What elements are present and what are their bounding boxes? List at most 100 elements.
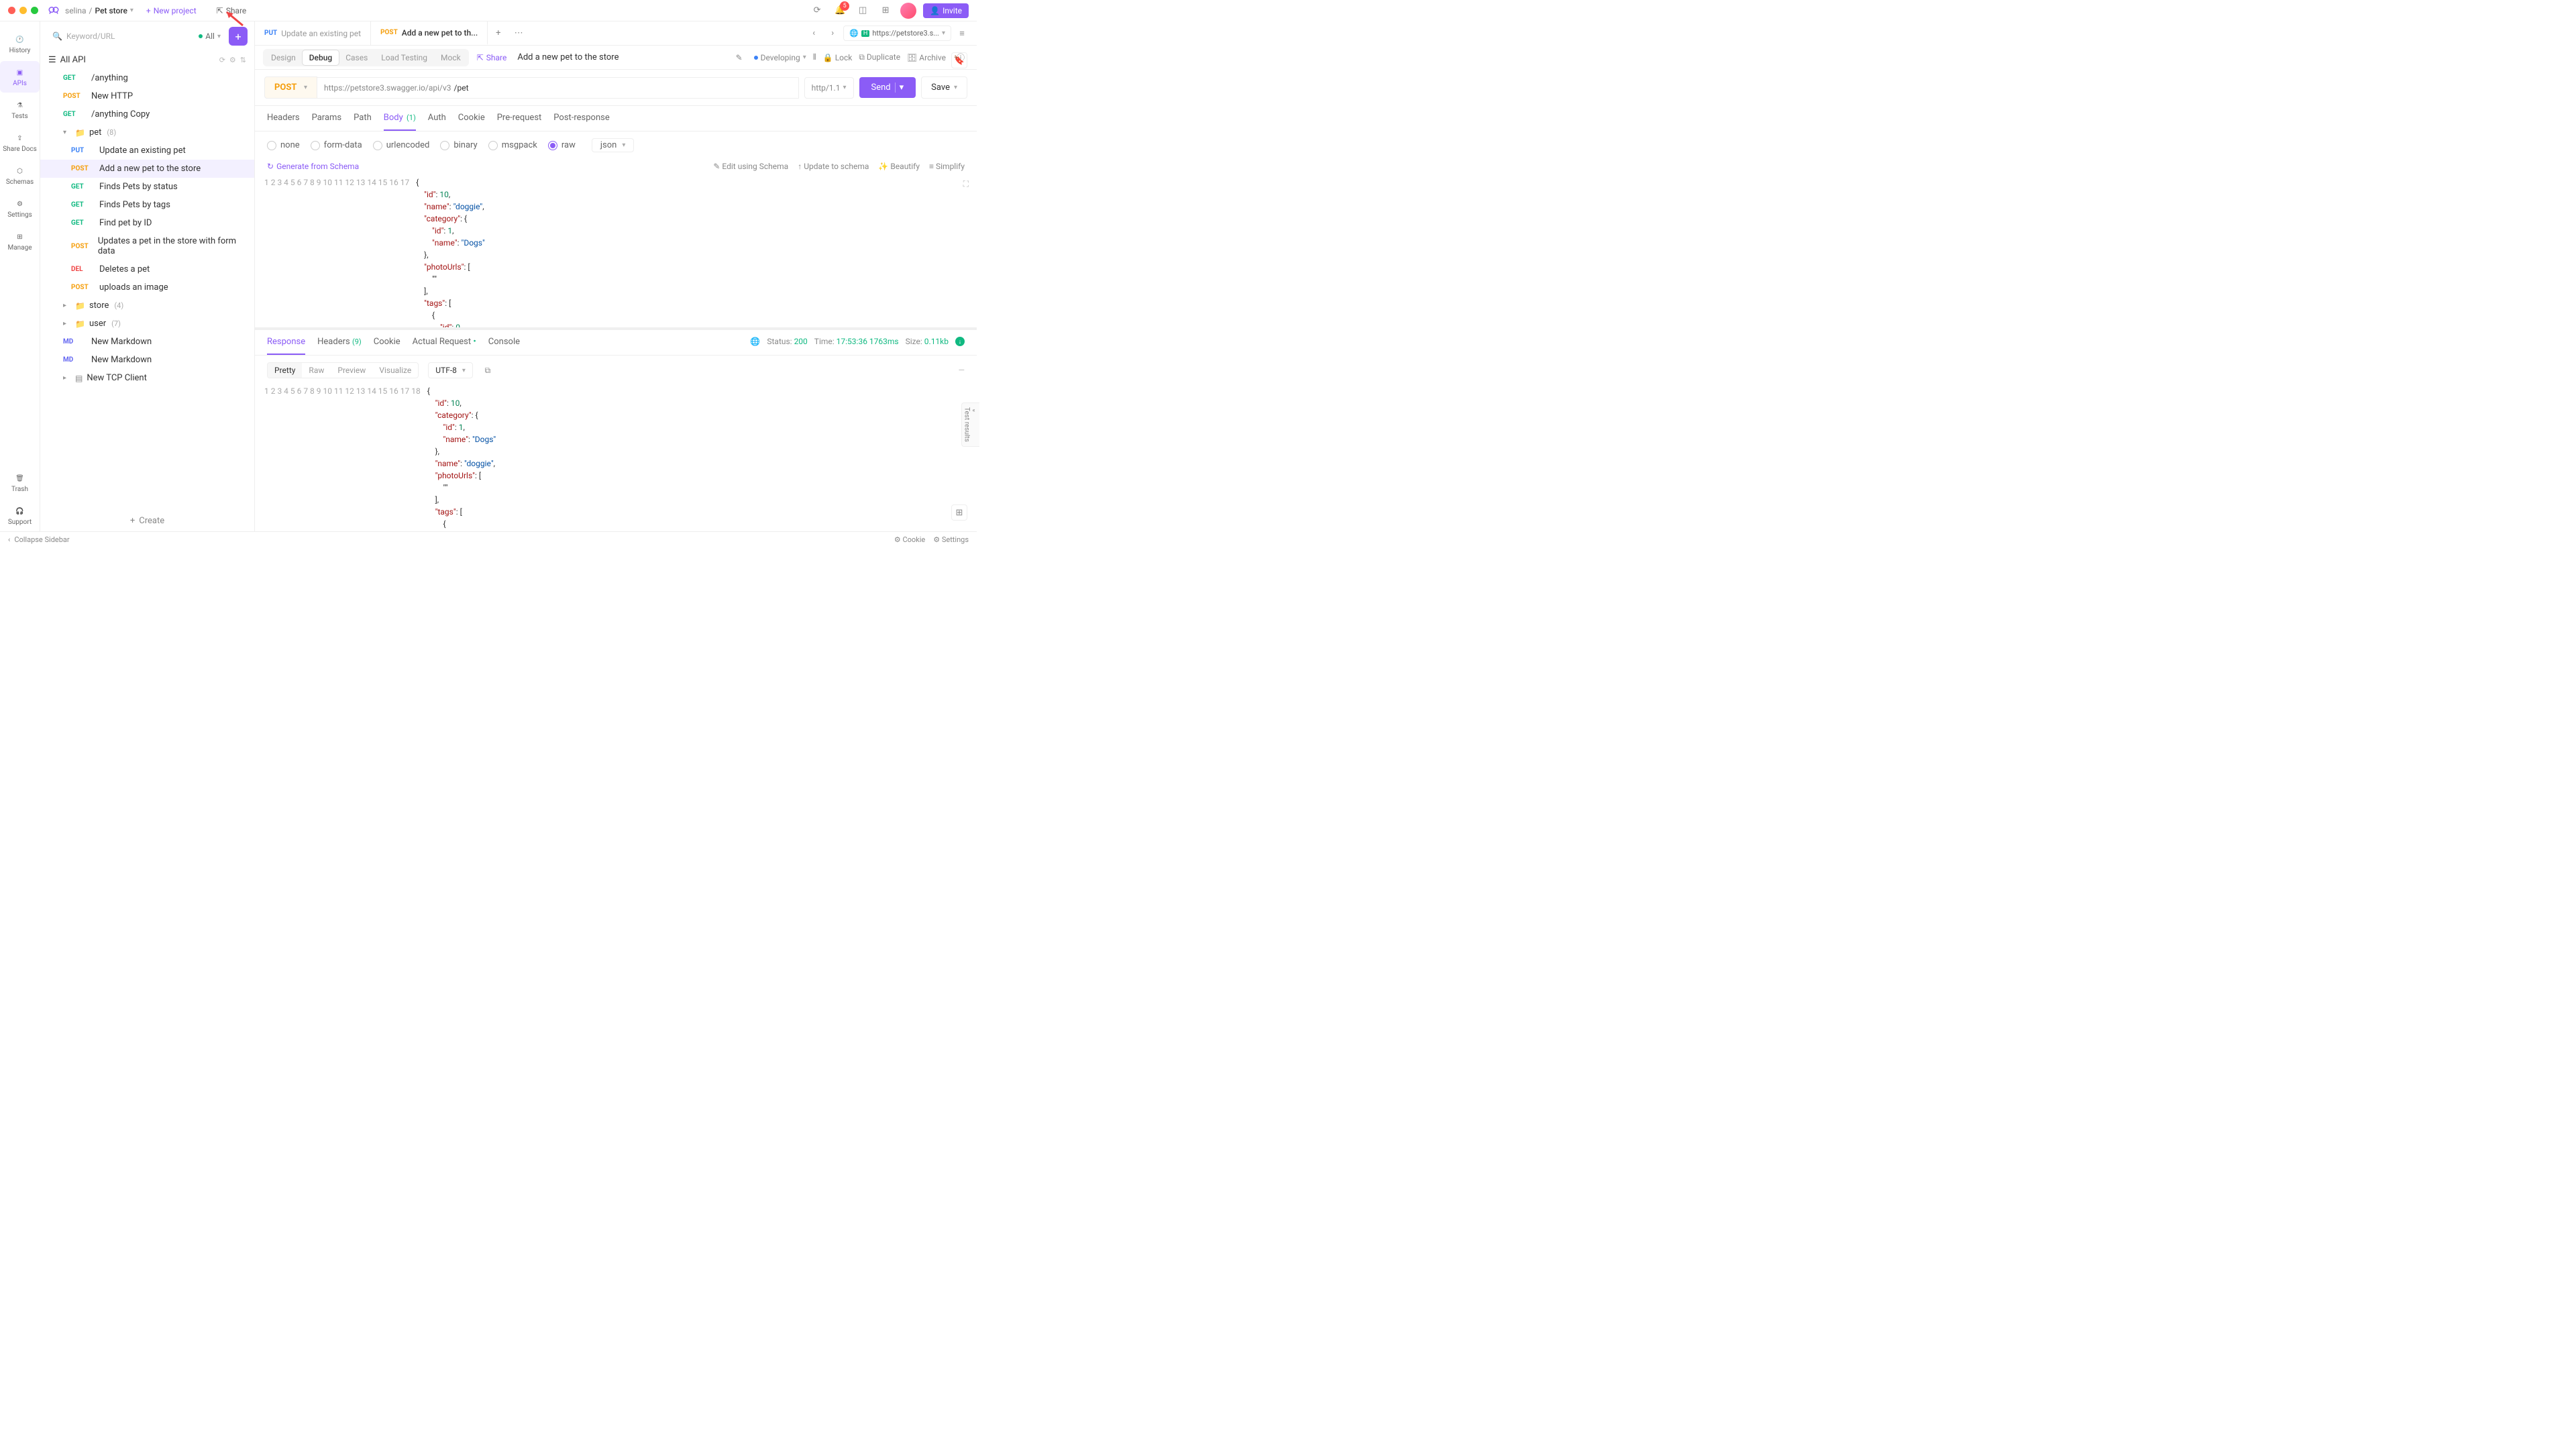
req-tab-pre[interactable]: Pre-request — [497, 113, 542, 131]
resp-tab-headers[interactable]: Headers (9) — [317, 337, 362, 354]
update-schema-button[interactable]: ↑ Update to schema — [798, 162, 869, 171]
columns-icon[interactable]: ⫴ — [813, 52, 816, 62]
rail-share-docs[interactable]: ⇪Share Docs — [0, 127, 40, 158]
body-type-none[interactable]: none — [267, 140, 300, 150]
rail-apis[interactable]: ▣APIs — [0, 61, 40, 93]
create-button[interactable]: + Create — [40, 511, 254, 531]
tab-debug[interactable]: Debug — [303, 50, 339, 65]
list-item[interactable]: GET/anything Copy — [40, 105, 254, 123]
edit-schema-button[interactable]: ✎ Edit using Schema — [713, 162, 788, 171]
list-item[interactable]: PUTUpdate an existing pet — [40, 142, 254, 160]
rail-history[interactable]: 🕐History — [0, 28, 40, 60]
tab-update-pet[interactable]: PUT Update an existing pet — [255, 21, 371, 45]
new-project-button[interactable]: + New project — [139, 3, 204, 19]
environment-select[interactable]: 🌐 H https://petstore3.s... ▾ — [843, 25, 951, 41]
wand-icon[interactable]: ✎ — [731, 50, 747, 66]
cookie-button[interactable]: ⚙ Cookie — [894, 535, 925, 544]
invite-button[interactable]: 👤 Invite — [923, 3, 969, 18]
body-type-binary[interactable]: binary — [440, 140, 477, 150]
resp-tab-actual[interactable]: Actual Request • — [413, 337, 476, 354]
list-item[interactable]: ▸📁store(4) — [40, 297, 254, 315]
notifications-icon[interactable]: 🔔5 — [832, 3, 848, 19]
resp-tab-console[interactable]: Console — [488, 337, 520, 354]
req-tab-body[interactable]: Body (1) — [384, 113, 416, 131]
req-tab-post[interactable]: Post-response — [553, 113, 609, 131]
list-item[interactable]: POSTuploads an image — [40, 278, 254, 297]
list-item[interactable]: GETFinds Pets by status — [40, 178, 254, 196]
body-type-urlencoded[interactable]: urlencoded — [373, 140, 430, 150]
rail-settings[interactable]: ⚙Settings — [0, 193, 40, 224]
list-item[interactable]: POSTNew HTTP — [40, 87, 254, 105]
layout-toggle-icon[interactable]: ⊞ — [951, 504, 967, 521]
send-button[interactable]: Send ▾ — [859, 77, 916, 98]
list-item[interactable]: ▾📁pet(8) — [40, 123, 254, 142]
add-button[interactable]: + — [229, 27, 248, 46]
list-item[interactable]: MDNew Markdown — [40, 351, 254, 369]
simplify-button[interactable]: ≡ Simplify — [929, 162, 965, 171]
list-item[interactable]: MDNew Markdown — [40, 333, 254, 351]
body-type-msgpack[interactable]: msgpack — [488, 140, 537, 150]
copy-icon[interactable]: ⧉ — [480, 362, 496, 378]
view-preview[interactable]: Preview — [331, 363, 372, 378]
tab-cases[interactable]: Cases — [339, 50, 374, 65]
tab-more-button[interactable]: ⋯ — [509, 28, 529, 38]
view-visualize[interactable]: Visualize — [372, 363, 418, 378]
test-results-tab[interactable]: « Test results — [961, 402, 979, 447]
url-input[interactable]: https://petstore3.swagger.io/api/v3 /pet — [317, 77, 799, 99]
view-raw[interactable]: Raw — [302, 363, 331, 378]
rail-manage[interactable]: ⊞Manage — [0, 225, 40, 257]
rail-trash[interactable]: 🗑Trash — [0, 467, 40, 498]
bookmark-icon[interactable]: 🔖 — [951, 52, 967, 68]
panel-icon[interactable]: ◫ — [855, 3, 871, 19]
close-window[interactable] — [8, 7, 15, 14]
req-tab-cookie[interactable]: Cookie — [458, 113, 485, 131]
beautify-button[interactable]: ✨ Beautify — [878, 162, 920, 171]
http-version-select[interactable]: http/1.1 ▾ — [804, 77, 854, 99]
chevron-left-icon[interactable]: ‹ — [8, 535, 10, 544]
tab-mock[interactable]: Mock — [434, 50, 468, 65]
req-tab-path[interactable]: Path — [354, 113, 372, 131]
body-type-form[interactable]: form-data — [311, 140, 362, 150]
tab-add-button[interactable]: + — [488, 28, 508, 38]
body-type-raw[interactable]: raw — [548, 140, 576, 150]
archive-button[interactable]: 🗄 Archive — [907, 53, 946, 62]
req-tab-headers[interactable]: Headers — [267, 113, 300, 131]
req-tab-params[interactable]: Params — [312, 113, 342, 131]
share-api-button[interactable]: ⇱Share — [477, 53, 507, 62]
method-select[interactable]: POST ▾ — [264, 76, 317, 99]
encoding-select[interactable]: UTF-8 ▾ — [428, 362, 473, 378]
list-item[interactable]: GETFind pet by ID — [40, 214, 254, 232]
lock-button[interactable]: 🔒 Lock — [823, 53, 853, 62]
maximize-window[interactable] — [31, 7, 38, 14]
tab-next[interactable]: › — [824, 25, 841, 42]
sync-icon[interactable]: ⟳ — [809, 3, 825, 19]
response-body-viewer[interactable]: 1 2 3 4 5 6 7 8 9 10 11 12 13 14 15 16 1… — [255, 385, 977, 531]
resp-tab-cookie[interactable]: Cookie — [374, 337, 400, 354]
settings-button[interactable]: ⚙ Settings — [933, 535, 969, 544]
list-item[interactable]: ▸▤New TCP Client — [40, 369, 254, 387]
breadcrumb[interactable]: selina / Pet store ▾ — [65, 6, 133, 15]
list-item[interactable]: GET/anything — [40, 69, 254, 87]
list-item[interactable]: DELDeletes a pet — [40, 260, 254, 278]
avatar[interactable] — [900, 3, 916, 19]
rail-tests[interactable]: ⚗Tests — [0, 94, 40, 125]
generate-from-schema-button[interactable]: ↻Generate from Schema — [267, 162, 359, 171]
sort-icon[interactable]: ⇅ — [240, 56, 246, 64]
tab-load[interactable]: Load Testing — [374, 50, 434, 65]
req-tab-auth[interactable]: Auth — [428, 113, 446, 131]
save-button[interactable]: Save ▾ — [921, 76, 967, 99]
raw-format-select[interactable]: json ▾ — [592, 138, 634, 152]
request-body-editor[interactable]: ⛶ 1 2 3 4 5 6 7 8 9 10 11 12 13 14 15 16… — [255, 176, 977, 327]
list-item[interactable]: GETFinds Pets by tags — [40, 196, 254, 214]
view-pretty[interactable]: Pretty — [268, 363, 302, 378]
rail-schemas[interactable]: ⬡Schemas — [0, 160, 40, 191]
api-status[interactable]: Developing▾ — [754, 53, 806, 62]
tab-design[interactable]: Design — [264, 50, 303, 65]
list-item[interactable]: POSTUpdates a pet in the store with form… — [40, 232, 254, 260]
refresh-icon[interactable]: ⟳ — [219, 56, 225, 64]
grid-icon[interactable]: ⊞ — [877, 3, 894, 19]
collapse-sidebar-button[interactable]: Collapse Sidebar — [14, 535, 69, 544]
env-settings-icon[interactable]: ≡ — [954, 25, 970, 42]
gear-icon[interactable]: ⚙ — [229, 56, 236, 64]
tab-add-pet[interactable]: POST Add a new pet to th... — [371, 21, 488, 45]
